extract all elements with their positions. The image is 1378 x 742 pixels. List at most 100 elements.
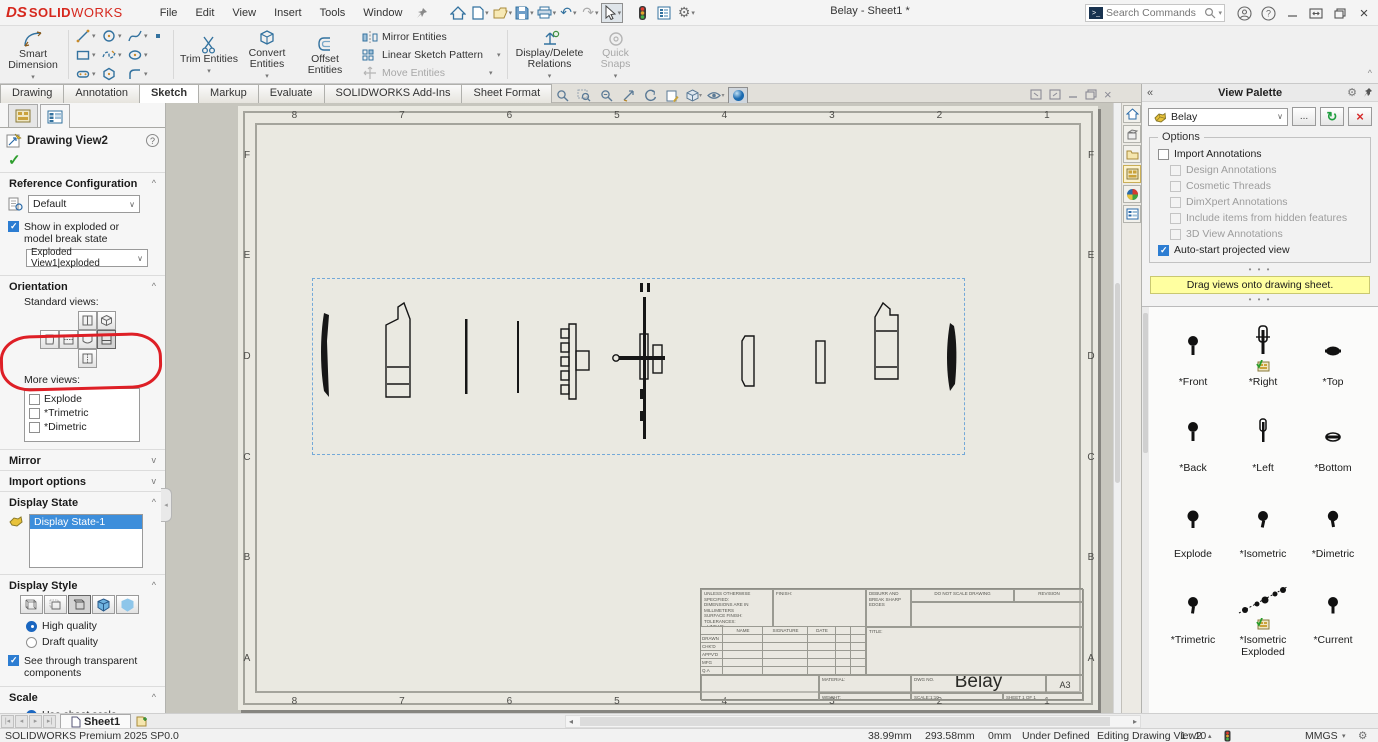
view-palette-tab[interactable] (1123, 165, 1141, 183)
hscroll-thumb[interactable] (580, 717, 1110, 726)
display-style-icon[interactable] (684, 87, 704, 104)
undo-button[interactable]: ↶ (557, 3, 579, 23)
search-dropdown-icon[interactable]: ▾ (1218, 9, 1222, 17)
doc-restore-icon[interactable] (1085, 89, 1097, 100)
file-properties-button[interactable] (653, 3, 675, 23)
custom-properties-tab[interactable] (1123, 205, 1141, 223)
linear-pattern-dropdown[interactable]: ▾ (497, 51, 501, 59)
view-scale-status[interactable]: 1 : 10 (1180, 730, 1206, 742)
menu-insert[interactable]: Insert (265, 7, 311, 19)
menu-file[interactable]: File (151, 7, 187, 19)
reference-configuration-chevron-icon[interactable]: ^ (152, 178, 156, 190)
close-button[interactable]: × (1352, 3, 1376, 23)
freehand-tool[interactable]: ▾ (101, 47, 127, 63)
orientation-chevron-icon[interactable]: ^ (152, 281, 156, 293)
appearances-tab[interactable] (1123, 185, 1141, 203)
status-options-gear-icon[interactable]: ⚙ (1358, 730, 1367, 742)
wireframe-button[interactable] (20, 595, 43, 614)
more-views-item-dimetric[interactable]: *Dimetric (29, 420, 135, 434)
palette-view-explode[interactable]: Explode (1158, 489, 1228, 575)
exploded-view-dropdown-icon[interactable]: ∨ (137, 254, 143, 263)
tab-annotation[interactable]: Annotation (63, 84, 140, 103)
menu-tools[interactable]: Tools (311, 7, 355, 19)
resources-home-tab[interactable] (1123, 105, 1141, 123)
zoom-to-fit-icon[interactable] (552, 87, 572, 104)
next-sheet-button[interactable]: ▸ (29, 715, 42, 728)
palette-scrollbar-thumb[interactable] (1143, 313, 1148, 453)
convert-entities-dropdown[interactable]: ▾ (265, 71, 269, 82)
scale-header[interactable]: Scale^ (0, 687, 165, 707)
import-options-header[interactable]: Import optionsv (0, 471, 165, 491)
see-through-option[interactable]: See through transparent components (0, 650, 165, 681)
rotate-view-icon[interactable] (640, 87, 660, 104)
graphics-vertical-scrollbar[interactable] (1113, 103, 1121, 713)
linear-sketch-pattern-button[interactable]: Linear Sketch Pattern ▾ (362, 46, 501, 63)
add-sheet-button[interactable] (131, 714, 153, 728)
zoom-in-out-icon[interactable] (596, 87, 616, 104)
display-style-header[interactable]: Display Style^ (0, 575, 165, 595)
status-traffic-light-icon[interactable] (1224, 730, 1231, 742)
hidden-lines-visible-button[interactable] (44, 595, 67, 614)
sheet1-tab[interactable]: Sheet1 (60, 714, 131, 729)
options-button[interactable]: ⚙ (675, 3, 697, 23)
clear-x-button[interactable]: × (1348, 107, 1372, 126)
tab-sheet-format[interactable]: Sheet Format (461, 84, 552, 103)
palette-document-select[interactable]: Belay ∨ (1148, 108, 1288, 126)
tab-markup[interactable]: Markup (198, 84, 259, 103)
shaded-with-edges-button[interactable] (92, 595, 115, 614)
reference-configuration-header[interactable]: Reference Configuration^ (0, 173, 165, 193)
doc-minimize-icon[interactable] (1068, 89, 1078, 99)
display-state-chevron-icon[interactable]: ^ (152, 497, 156, 509)
view-palette-tab-icon[interactable] (8, 104, 38, 127)
restore-button[interactable] (1328, 3, 1352, 23)
ellipse-tool[interactable]: ▾ (127, 47, 153, 63)
sketch-fillet-tool[interactable]: ▾ (127, 66, 153, 82)
tab-drawing[interactable]: Drawing (0, 84, 64, 103)
smart-dimension-dropdown[interactable]: ▾ (31, 72, 35, 83)
sheet-properties-icon[interactable] (662, 87, 682, 104)
minimize-button[interactable] (1280, 3, 1304, 23)
mirror-entities-button[interactable]: Mirror Entities (362, 28, 447, 45)
first-sheet-button[interactable]: |◂ (1, 715, 14, 728)
doc-new-window-icon[interactable] (1030, 89, 1042, 100)
mirror-chevron-icon[interactable]: v (152, 455, 157, 467)
search-icon[interactable] (1204, 7, 1216, 19)
new-document-button[interactable] (469, 3, 491, 23)
design-library-tab[interactable] (1123, 125, 1141, 143)
menu-view[interactable]: View (223, 7, 265, 19)
polygon-tool[interactable] (101, 66, 127, 82)
orientation-header[interactable]: Orientation^ (0, 276, 165, 296)
palette-view-dimetric[interactable]: *Dimetric (1298, 489, 1368, 575)
hscroll-left-icon[interactable]: ◂ (569, 717, 573, 726)
palette-view-top[interactable]: *Top (1298, 317, 1368, 403)
property-manager-tab-icon[interactable] (40, 104, 70, 128)
last-sheet-button[interactable]: ▸| (43, 715, 56, 728)
point-tool[interactable] (153, 31, 167, 41)
option-import-annotations[interactable]: Import Annotations (1156, 146, 1364, 162)
palette-view-right[interactable]: *Right (1228, 317, 1298, 403)
3d-drawing-view-icon[interactable] (618, 87, 638, 104)
file-explorer-tab[interactable] (1123, 145, 1141, 163)
units-dropdown-icon[interactable]: ▾ (1342, 732, 1346, 740)
view-front-button[interactable] (78, 311, 97, 330)
spline-tool[interactable]: ▾ (127, 28, 153, 44)
draft-quality-option[interactable]: Draft quality (0, 634, 165, 650)
explode-checkbox[interactable] (29, 394, 40, 405)
palette-view-trimetric[interactable]: *Trimetric (1158, 575, 1228, 661)
view-isometric-button[interactable] (97, 311, 116, 330)
configuration-select[interactable]: Default∨ (28, 195, 140, 213)
shaded-button[interactable] (116, 595, 139, 614)
view-back-button[interactable] (59, 330, 78, 349)
pm-help-icon[interactable]: ? (146, 134, 159, 147)
palette-view-bottom[interactable]: *Bottom (1298, 403, 1368, 489)
view-right-button[interactable] (97, 330, 116, 349)
view-left-button[interactable] (40, 330, 59, 349)
edrawings-traffic-light-icon[interactable] (631, 3, 653, 23)
menu-window[interactable]: Window (354, 7, 411, 19)
exploded-view-select[interactable]: Exploded View1|exploded∨ (26, 249, 148, 267)
span-displays-button[interactable] (1304, 3, 1328, 23)
palette-splitter-dots[interactable]: • • • (1142, 297, 1378, 303)
search-input[interactable] (1106, 7, 1204, 19)
show-exploded-checkbox[interactable] (8, 221, 19, 232)
home-button[interactable] (447, 3, 469, 23)
